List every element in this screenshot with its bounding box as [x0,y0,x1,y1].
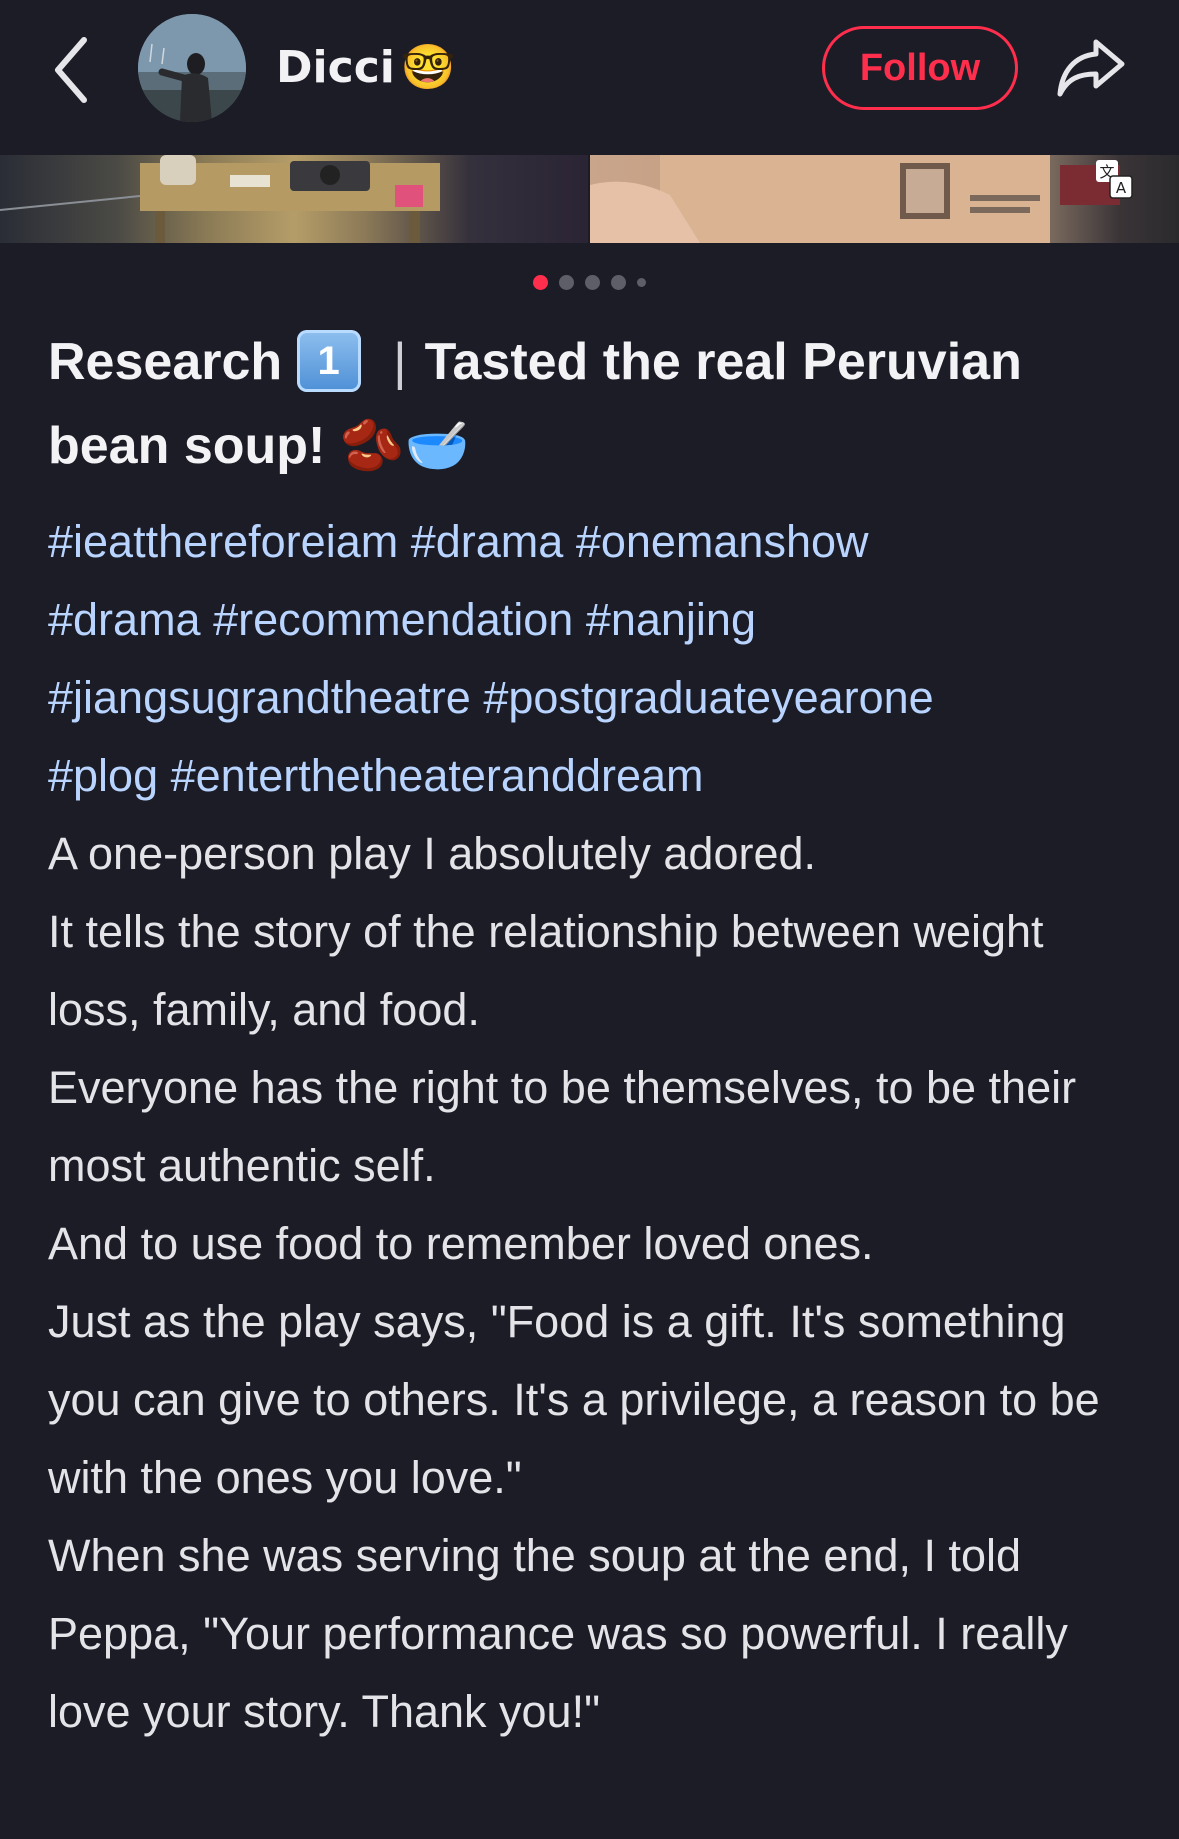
carousel-dot-5[interactable] [637,277,646,287]
body-paragraph: When she was serving the soup at the end… [48,1530,1068,1737]
hashtag[interactable]: #drama [411,516,564,567]
top-bar: Dicci 🤓 Follow [0,0,1179,155]
nerd-face-emoji: 🤓 [400,42,456,93]
hashtag[interactable]: #enterthetheateranddream [171,750,704,801]
bean-bowl-emojis: 🫘🥣 [339,417,470,475]
body-paragraph: It tells the story of the relationship b… [48,906,1044,1035]
keycap-one-emoji: 1 [296,330,361,393]
hashtag-list: #ieatthereforeiam #drama #onemanshow #dr… [48,503,1148,815]
title-part-1: Research [48,333,283,391]
follow-button[interactable]: Follow [822,26,1018,110]
body-paragraph: And to use food to remember loved ones. [48,1218,874,1269]
username-text: Dicci [276,42,395,93]
carousel-photo-ticket [590,155,1179,243]
hashtag[interactable]: #onemanshow [576,516,869,567]
avatar-photo [138,14,246,122]
body-paragraph: Everyone has the right to be themselves,… [48,1062,1077,1191]
hashtag[interactable]: #jiangsugrandtheatre [48,672,471,723]
body-paragraph: A one-person play I absolutely adored. [48,828,817,879]
hashtag[interactable]: #ieatthereforeiam [48,516,398,567]
translate-icon[interactable]: 文 A [1094,158,1134,200]
share-icon[interactable] [1054,34,1128,100]
carousel-photo-stage-table [0,155,588,243]
post-title: Research 1 | Tasted the real Peruvian bea… [48,320,1138,488]
carousel-dot-1[interactable] [533,274,548,290]
svg-text:A: A [1116,179,1127,197]
hashtag[interactable]: #drama [48,594,201,645]
username[interactable]: Dicci 🤓 [276,38,456,98]
avatar[interactable] [138,14,246,122]
carousel-indicator [0,272,1179,292]
carousel-dot-4[interactable] [611,274,626,290]
carousel-dot-3[interactable] [585,274,600,290]
image-carousel[interactable] [0,155,1179,243]
carousel-dot-2[interactable] [559,274,574,290]
title-separator: | [393,333,407,391]
body-paragraph: Just as the play says, "Food is a gift. … [48,1296,1100,1503]
hashtag[interactable]: #nanjing [586,594,756,645]
hashtag[interactable]: #plog [48,750,158,801]
hashtag[interactable]: #recommendation [213,594,573,645]
back-chevron-icon[interactable] [48,30,98,110]
post-body: A one-person play I absolutely adored. I… [48,815,1148,1751]
hashtag[interactable]: #postgraduateyearone [483,672,933,723]
